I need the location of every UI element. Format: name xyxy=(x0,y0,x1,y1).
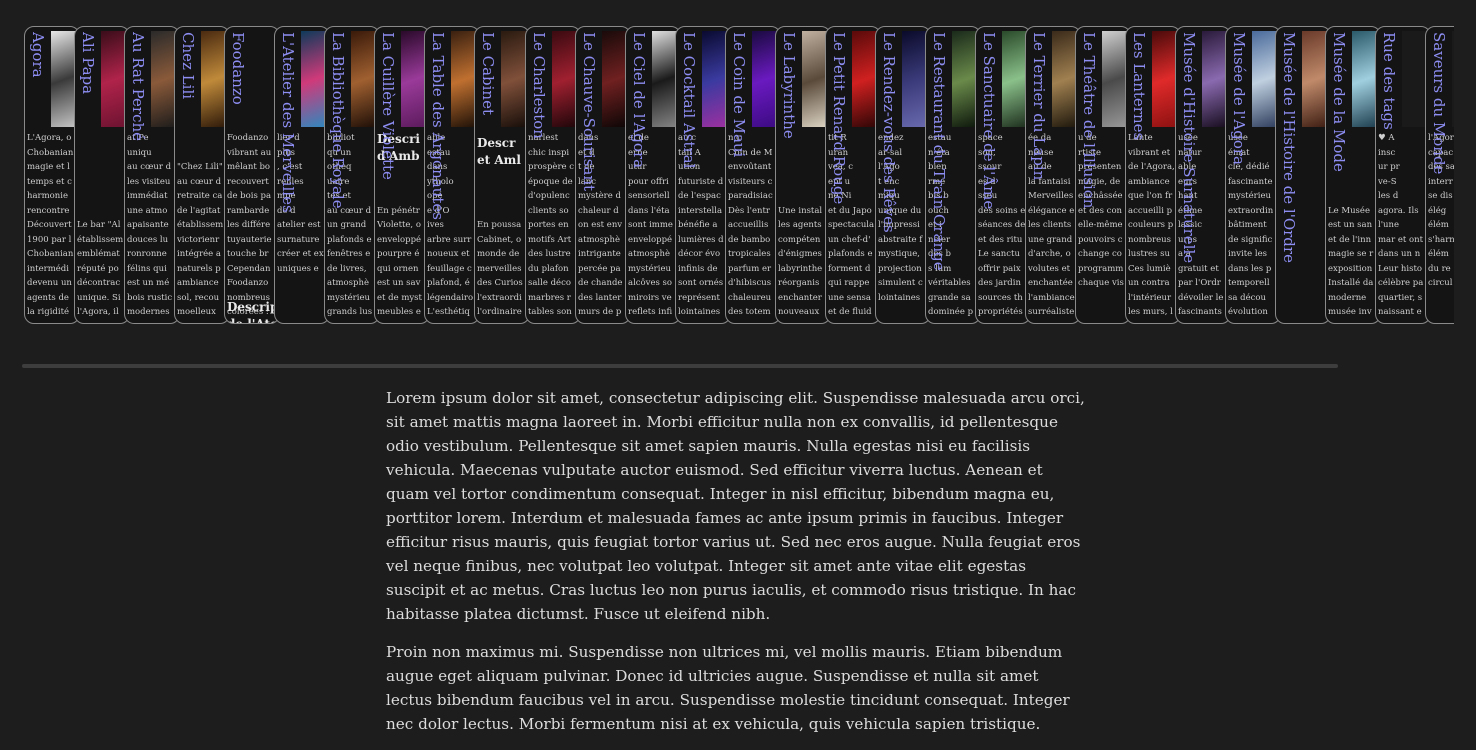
tab-card[interactable]: au c tail A ution futuriste d de l'espac… xyxy=(675,26,731,324)
tab-title[interactable]: Le Terrier du Lapin xyxy=(1029,32,1049,180)
tab-title[interactable]: La Cuillère Violette xyxy=(378,32,398,180)
tab-title[interactable]: Le Chauve-Sourisant xyxy=(579,32,599,191)
tab-title[interactable]: Le Restaurant du Train Orange xyxy=(929,32,949,271)
tab-title[interactable]: Agora xyxy=(28,32,48,78)
tab-title[interactable]: Foodanzo xyxy=(228,32,248,105)
tab-heading: Descrip de l'Ate xyxy=(227,300,279,324)
tab-card[interactable]: estau n éta bien rme bis b ouch et i nci… xyxy=(925,26,981,324)
tab-excerpt: Le bar "Al établissem emblémat réputé po… xyxy=(77,220,124,317)
tab-card[interactable]: ♥ A insc ur pr ve-S les d agora. Ils l'u… xyxy=(1375,26,1431,324)
tab-card[interactable]: Une instal les agents compéten d'énigmes… xyxy=(775,26,831,324)
tab-title[interactable]: Saveurs du Monde xyxy=(1429,32,1449,174)
tab-card[interactable]: able estau dans ytholo opé e d'O ives ar… xyxy=(424,26,480,324)
tab-title[interactable]: Au Rat Perché xyxy=(128,32,148,141)
tab-heading: Descr et Aml xyxy=(477,136,521,167)
tab-card[interactable]: Musée de l'Histoire de l'Ordre xyxy=(1275,26,1331,324)
tab-excerpt: Lante vibrant et de l'Agora, ambiance qu… xyxy=(1128,133,1175,317)
tab-card[interactable]: Le Musée est un san et de l'inn magie se… xyxy=(1325,26,1381,324)
tab-card[interactable]: at Pe uniqu au cœur d les visiteu immédi… xyxy=(124,26,180,324)
tab-title[interactable]: Chez Lili xyxy=(178,32,198,99)
tab-card[interactable]: L'Agora, o Chobanian magie et l temps et… xyxy=(24,26,80,324)
tab-title[interactable]: La Table des Argonautes xyxy=(428,32,448,220)
tab-card[interactable]: el de erne utur pour offri sensoriell da… xyxy=(625,26,681,324)
tab-strip: L'Agora, o Chobanian magie et l temps et… xyxy=(24,26,1454,326)
tab-excerpt: at Pe uniqu au cœur d les visiteu immédi… xyxy=(127,133,173,317)
tab-card[interactable]: En pénétr Violette, o enveloppé pourpre … xyxy=(374,26,430,324)
tab-title[interactable]: Ali Papa xyxy=(78,32,98,94)
tab-card[interactable]: dans et d t de lanc mystère d chaleur d … xyxy=(575,26,631,324)
tab-title[interactable]: L'Atelier des Merveilles xyxy=(278,32,298,213)
tab-card[interactable]: bibliot qu'un othèq uaire tes et au cœur… xyxy=(324,26,380,324)
tab-title[interactable]: Le Labyrinthe xyxy=(779,32,799,139)
tab-card[interactable]: usée émat cle, dédié fascinante mystérie… xyxy=(1225,26,1281,324)
tab-excerpt: Une instal les agents compéten d'énigmes… xyxy=(778,205,823,318)
tab-title[interactable]: Le Petit Renard Rouge xyxy=(829,32,849,204)
tab-excerpt: "Chez Lili" au cœur d retraite ca de l'a… xyxy=(177,162,224,317)
tab-excerpt: L'Agora, o Chobanian magie et l temps et… xyxy=(27,133,74,317)
tab-card[interactable]: Foodanzo vibrant au mêlant bo recouvert … xyxy=(224,26,280,324)
tab-title[interactable]: Les Lanternes xyxy=(1129,32,1149,140)
article-body: Lorem ipsum dolor sit amet, consectetur … xyxy=(386,386,1086,750)
tab-card[interactable]: lier d plus , c'est reilles mpe de d ate… xyxy=(274,26,330,324)
divider xyxy=(22,364,1338,368)
tab-title[interactable]: Musée de l'Histoire de l'Ordre xyxy=(1279,32,1299,263)
tab-title[interactable]: Musée d'Histoire Surnaturelle xyxy=(1179,32,1199,263)
tab-title[interactable]: Le Théâtre de l'Illusion xyxy=(1079,32,1099,208)
tab-card[interactable]: Lante vibrant et de l'Agora, ambiance qu… xyxy=(1125,26,1181,324)
tab-card[interactable]: "Chez Lili" au cœur d retraite ca de l'a… xyxy=(174,26,230,324)
tab-excerpt: ♥ A insc ur pr ve-S les d agora. Ils l'u… xyxy=(1378,133,1424,317)
tab-card[interactable]: usée natur able eurs hant étime lassic u… xyxy=(1175,26,1231,324)
tab-excerpt: narlest chic inspi prospère c époque de … xyxy=(528,133,575,317)
tab-thumbnail xyxy=(1452,31,1454,127)
tab-title[interactable]: Le Charleston xyxy=(529,32,549,139)
tab-card[interactable]: space son, ssour es d sseu des soins e s… xyxy=(975,26,1031,324)
tab-card[interactable]: endez ar-sal l'Ago t enc miqu unique du … xyxy=(875,26,931,324)
article-paragraph: Lorem ipsum dolor sit amet, consectetur … xyxy=(386,389,1085,623)
tab-card[interactable]: n c Coin de M envoûtant visiteurs c para… xyxy=(725,26,781,324)
tab-title[interactable]: Musée de la Mode xyxy=(1329,32,1349,172)
tab-card[interactable]: ée da neuse au de la fantaisi Merveilles… xyxy=(1025,26,1081,324)
tab-title[interactable]: Le Ciel de l'Agora xyxy=(629,32,649,168)
tab-title[interactable]: Le Cabinet xyxy=(478,32,498,115)
tab-excerpt: n c Coin de M envoûtant visiteurs c para… xyxy=(728,133,773,317)
tab-title[interactable]: La Bibliothèque Royale xyxy=(328,32,348,209)
tab-title[interactable]: Le Rendez-vous des Rêves xyxy=(879,32,899,233)
tab-card[interactable]: l'Agor capac des sa interr se dis élég é… xyxy=(1425,26,1454,324)
tab-title[interactable]: Musée de l'Agora xyxy=(1229,32,1249,165)
tab-title[interactable]: Le Cocktail Astral xyxy=(679,32,699,168)
tab-card[interactable]: tit R uran vea, c ept u ne Ni et du Japo… xyxy=(825,26,881,324)
tab-card[interactable]: u de rtiste présenten magie, de enchâssé… xyxy=(1075,26,1131,324)
tab-card[interactable]: Le bar "Al établissem emblémat réputé po… xyxy=(74,26,130,324)
tab-title[interactable]: Le Coin de Maui xyxy=(729,32,749,157)
tab-title[interactable]: Le Sanctuaire de l'Âme xyxy=(979,32,999,209)
tab-card[interactable]: narlest chic inspi prospère c époque de … xyxy=(525,26,581,324)
tab-title[interactable]: Rue des tags xyxy=(1379,32,1399,130)
tab-excerpt: Foodanzo vibrant au mêlant bo recouvert … xyxy=(227,133,272,317)
tab-card[interactable]: En poussa Cabinet, o monde de merveilles… xyxy=(474,26,530,324)
article-paragraph: Proin non maximus mi. Suspendisse non ul… xyxy=(386,643,1070,733)
